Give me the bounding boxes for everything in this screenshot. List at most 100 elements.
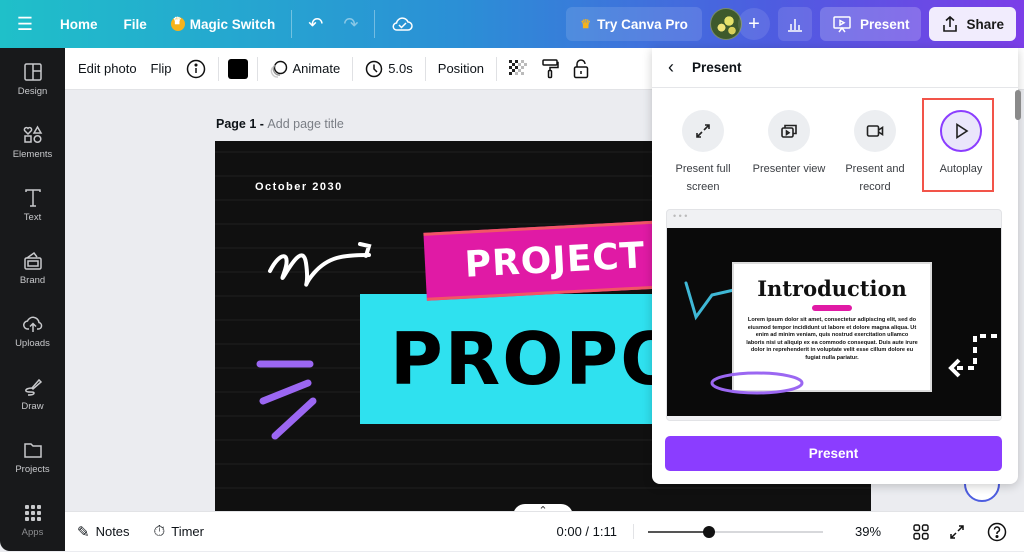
stopwatch-icon: ⏱ xyxy=(153,523,166,540)
purple-ellipse-decoration xyxy=(710,371,804,395)
panel-title: Present xyxy=(692,60,742,75)
undo-icon[interactable]: ↶ xyxy=(298,7,333,41)
flip-button[interactable]: Flip xyxy=(144,54,179,84)
lock-icon[interactable] xyxy=(566,54,596,84)
autoplay-preview: • • • Introduction Lorem ipsum dolor sit… xyxy=(666,209,1002,421)
shapes-icon xyxy=(23,125,42,144)
sidebar-item-projects[interactable]: Projects xyxy=(0,426,65,489)
divider xyxy=(496,56,498,81)
preview-heading: Introduction xyxy=(757,276,907,301)
sidebar-label: Uploads xyxy=(15,338,50,349)
redo-icon[interactable]: ↷ xyxy=(333,7,368,41)
transparency-icon[interactable] xyxy=(502,54,534,84)
home-button[interactable]: Home xyxy=(50,7,108,41)
preview-body: Lorem ipsum dolor sit amet, consectetur … xyxy=(746,317,918,361)
video-camera-icon xyxy=(866,125,884,137)
zoom-slider-handle[interactable] xyxy=(703,525,716,538)
divider xyxy=(424,56,426,81)
edit-photo-button[interactable]: Edit photo xyxy=(71,54,144,84)
add-collaborator-button[interactable]: + xyxy=(737,8,770,40)
magic-switch-label: Magic Switch xyxy=(189,16,276,32)
option-autoplay[interactable]: Autoplay xyxy=(918,98,1004,196)
file-menu[interactable]: File xyxy=(114,7,157,41)
sidebar-item-apps[interactable]: Apps xyxy=(0,489,65,552)
sidebar-label: Design xyxy=(17,86,48,97)
slide-title-top[interactable]: PROJECT xyxy=(424,222,687,300)
zoom-percentage[interactable]: 39% xyxy=(833,524,903,539)
share-button[interactable]: Share xyxy=(929,7,1016,41)
top-bar: ☰ Home File Magic Switch ↶ ↷ ♛ Try Canva… xyxy=(0,0,1024,48)
option-label: Autoplay xyxy=(939,163,983,175)
zoom-slider-fill xyxy=(648,530,710,533)
animate-icon xyxy=(270,60,287,78)
layout-icon xyxy=(23,63,42,81)
preview-dots: • • • xyxy=(673,211,688,221)
magic-switch-button[interactable]: Magic Switch xyxy=(161,7,286,41)
sidebar-label: Draw xyxy=(21,401,44,412)
sidebar-label: Text xyxy=(23,212,42,223)
try-canva-pro-button[interactable]: ♛ Try Canva Pro xyxy=(566,7,702,41)
sidebar-item-brand[interactable]: Brand xyxy=(0,237,65,300)
title-pink-block: PROJECT xyxy=(423,219,687,301)
sidebar-item-elements[interactable]: Elements xyxy=(0,111,65,174)
position-button[interactable]: Position xyxy=(431,54,491,84)
notes-label: Notes xyxy=(95,524,130,539)
divider xyxy=(374,10,376,38)
share-icon xyxy=(943,15,958,32)
timer-button[interactable]: ⏱ Timer xyxy=(142,523,216,540)
hamburger-icon[interactable]: ☰ xyxy=(0,7,50,41)
back-chevron-icon[interactable]: ‹ xyxy=(668,57,674,78)
draw-icon xyxy=(24,378,42,396)
copy-style-icon[interactable] xyxy=(534,54,566,84)
present-panel: ‹ Present Present full screen Presenter … xyxy=(652,48,1018,484)
page-title: Page 1 - Add page title xyxy=(216,117,344,131)
try-pro-label: Try Canva Pro xyxy=(597,16,688,32)
left-sidebar: Design Elements Text Brand Uploads Draw … xyxy=(0,48,65,551)
duration-button[interactable]: 5.0s xyxy=(358,54,420,84)
page-title-input[interactable]: Add page title xyxy=(267,117,343,131)
option-present-and-record[interactable]: Present and record xyxy=(832,110,918,196)
divider xyxy=(352,56,354,81)
sidebar-item-design[interactable]: Design xyxy=(0,48,65,111)
sidebar-item-draw[interactable]: Draw xyxy=(0,363,65,426)
folder-icon xyxy=(23,443,42,458)
sidebar-item-uploads[interactable]: Uploads xyxy=(0,300,65,363)
grid-view-icon[interactable] xyxy=(903,523,939,540)
share-label: Share xyxy=(966,16,1004,32)
option-presenter-view[interactable]: Presenter view xyxy=(746,110,832,196)
pink-squiggle xyxy=(812,305,852,311)
playback-time: 0:00 / 1:11 xyxy=(557,524,634,539)
animate-button[interactable]: Animate xyxy=(263,54,348,84)
color-swatch[interactable] xyxy=(227,58,248,79)
duration-label: 5.0s xyxy=(388,61,413,76)
panel-scrollbar[interactable] xyxy=(1015,90,1021,120)
play-icon xyxy=(956,123,969,139)
squiggle-arrow-decoration xyxy=(268,242,372,287)
upload-cloud-icon xyxy=(22,316,42,332)
sidebar-item-text[interactable]: Text xyxy=(0,174,65,237)
fullscreen-icon[interactable] xyxy=(939,524,975,540)
notes-button[interactable]: ✎ Notes xyxy=(65,523,142,541)
option-label: Presenter view xyxy=(752,163,826,175)
present-button-top[interactable]: Present xyxy=(819,7,922,41)
slide-date[interactable]: October 2030 xyxy=(255,181,343,193)
zoom-slider[interactable] xyxy=(648,522,823,542)
divider xyxy=(217,56,219,81)
notes-icon: ✎ xyxy=(77,523,90,541)
info-icon[interactable] xyxy=(179,54,213,84)
dashed-arrow-decoration xyxy=(948,334,997,378)
insights-icon[interactable] xyxy=(777,7,812,41)
option-label: Present and record xyxy=(845,163,905,193)
present-button[interactable]: Present xyxy=(665,436,1002,471)
option-present-full-screen[interactable]: Present full screen xyxy=(660,110,746,196)
divider xyxy=(291,10,293,38)
expand-icon xyxy=(696,124,710,138)
divider xyxy=(256,56,258,81)
option-label: Present full screen xyxy=(675,163,731,193)
sidebar-label: Brand xyxy=(19,275,46,286)
crown-icon: ♛ xyxy=(580,17,592,31)
help-icon[interactable] xyxy=(979,522,1015,542)
crown-icon xyxy=(170,16,185,31)
present-options: Present full screen Presenter view Prese… xyxy=(652,88,1018,196)
cloud-saved-icon[interactable] xyxy=(381,7,423,41)
